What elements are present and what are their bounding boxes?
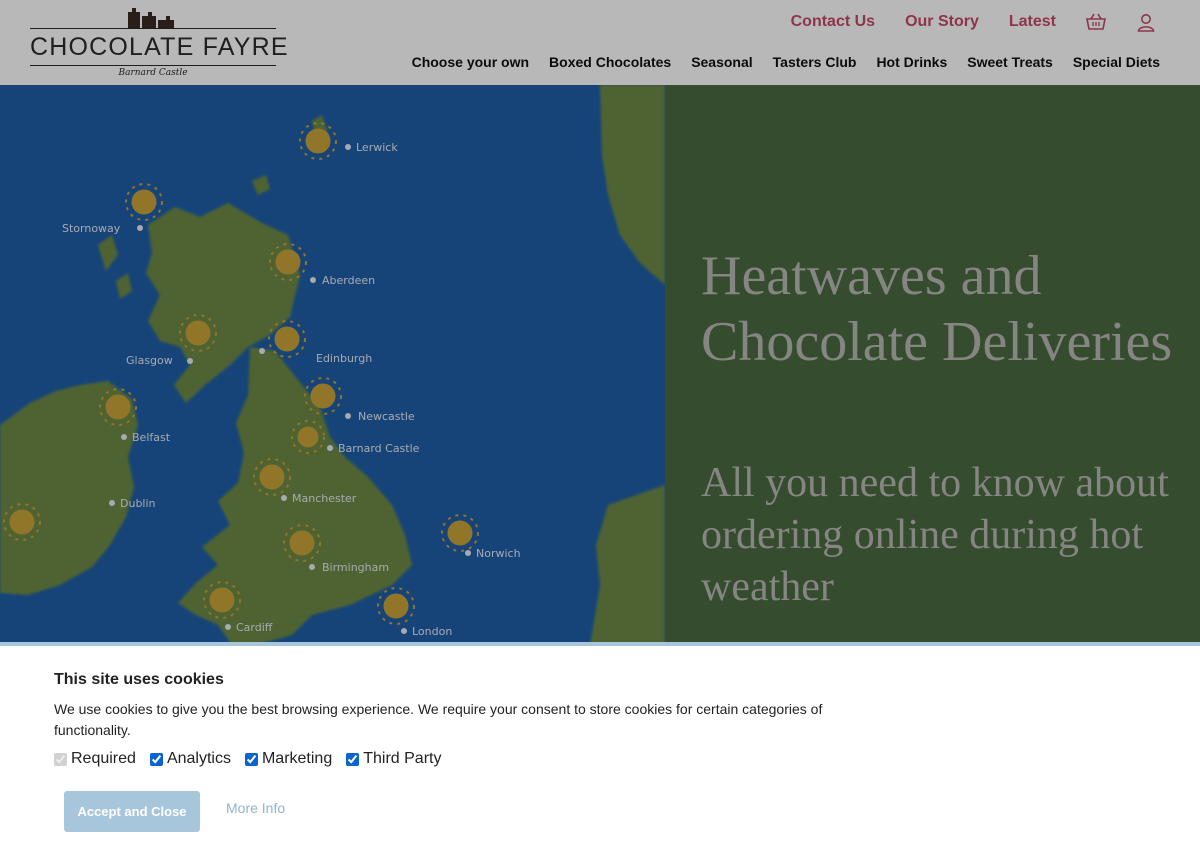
nav-tasters-club[interactable]: Tasters Club xyxy=(773,54,857,70)
cookie-option-third-party[interactable]: Third Party xyxy=(346,750,441,768)
cookie-option-analytics[interactable]: Analytics xyxy=(149,750,231,768)
marketing-checkbox[interactable] xyxy=(244,752,258,766)
hero-banner[interactable]: Lerwick Stornoway Aberdeen Glasgow Edinb… xyxy=(0,85,1200,645)
hero-subtitle: All you need to know about ordering onli… xyxy=(701,460,1169,610)
hero-text-panel: Heatwaves and Chocolate Deliveries All y… xyxy=(665,85,1200,645)
nav-sweet-treats[interactable]: Sweet Treats xyxy=(967,54,1053,70)
logo-rule-top xyxy=(30,28,276,29)
map-city-label: Belfast xyxy=(132,431,171,444)
analytics-checkbox[interactable] xyxy=(149,752,163,766)
cookie-options: Required Analytics Marketing Third Party xyxy=(54,750,441,768)
map-city-label: Edinburgh xyxy=(316,352,372,365)
latest-link[interactable]: Latest xyxy=(1009,13,1056,31)
map-city-label: Stornoway xyxy=(62,222,121,235)
logo-wordmark: CHOCOLATE FAYRE xyxy=(30,33,289,61)
more-info-link[interactable]: More Info xyxy=(226,800,285,816)
required-checkbox[interactable] xyxy=(54,752,67,766)
cookie-option-label: Marketing xyxy=(261,750,333,767)
castle-icon xyxy=(128,8,174,28)
map-city-label: Newcastle xyxy=(358,410,415,423)
map-city-label: London xyxy=(412,625,452,638)
nav-seasonal[interactable]: Seasonal xyxy=(691,54,752,70)
map-city-label: Dublin xyxy=(120,497,156,510)
hero-title: Heatwaves and Chocolate Deliveries xyxy=(701,245,1173,373)
cookie-option-label: Third Party xyxy=(363,750,442,767)
cookie-title: This site uses cookies xyxy=(54,671,224,688)
contact-us-link[interactable]: Contact Us xyxy=(791,13,875,31)
site-logo[interactable]: CHOCOLATE FAYRE Barnard Castle xyxy=(30,6,289,82)
main-nav: Choose your own Boxed Chocolates Seasona… xyxy=(412,54,1160,70)
our-story-link[interactable]: Our Story xyxy=(905,13,979,31)
uk-weather-map-image: Lerwick Stornoway Aberdeen Glasgow Edinb… xyxy=(0,85,665,645)
map-city-label: Birmingham xyxy=(322,561,389,574)
map-city-label: Lerwick xyxy=(356,141,398,154)
cookie-option-marketing[interactable]: Marketing xyxy=(244,750,333,768)
utility-nav: Contact Us Our Story Latest xyxy=(791,10,1156,34)
map-city-label: Cardiff xyxy=(236,621,273,634)
basket-icon[interactable] xyxy=(1086,12,1106,32)
map-city-label: Barnard Castle xyxy=(338,442,420,455)
map-city-label: Glasgow xyxy=(126,354,173,367)
user-icon[interactable] xyxy=(1136,12,1156,32)
cookie-option-label: Analytics xyxy=(166,750,231,767)
accept-and-close-button[interactable]: Accept and Close xyxy=(64,791,200,832)
map-city-label: Norwich xyxy=(476,547,521,560)
cookie-description: We use cookies to give you the best brow… xyxy=(54,701,823,738)
nav-hot-drinks[interactable]: Hot Drinks xyxy=(876,54,947,70)
logo-rule-bottom xyxy=(30,65,276,66)
map-city-label: Aberdeen xyxy=(322,274,375,287)
cookie-banner: This site uses cookies We use cookies to… xyxy=(0,642,1200,850)
cookie-option-required[interactable]: Required xyxy=(54,750,136,768)
site-header: CHOCOLATE FAYRE Barnard Castle Contact U… xyxy=(0,0,1200,85)
nav-boxed-chocolates[interactable]: Boxed Chocolates xyxy=(549,54,671,70)
cookie-option-label: Required xyxy=(71,750,136,767)
nav-special-diets[interactable]: Special Diets xyxy=(1073,54,1160,70)
map-city-label: Manchester xyxy=(292,492,357,505)
logo-tagline: Barnard Castle xyxy=(118,68,188,78)
nav-choose-your-own[interactable]: Choose your own xyxy=(412,54,529,70)
third-party-checkbox[interactable] xyxy=(346,752,360,766)
